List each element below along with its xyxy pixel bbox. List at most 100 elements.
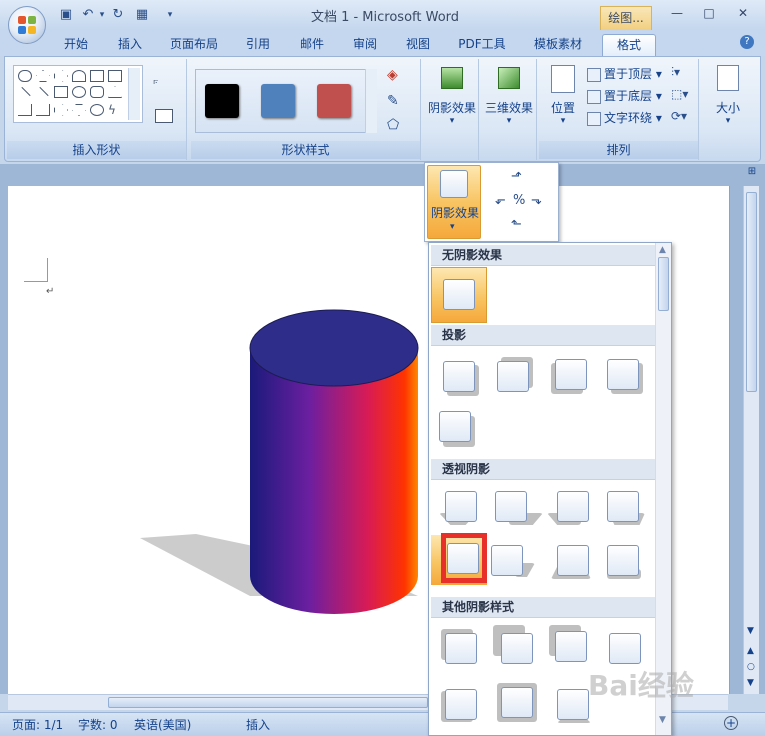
nudge-up-icon[interactable]: ⬏: [511, 169, 522, 184]
tab-review[interactable]: 审阅: [345, 34, 385, 56]
language-indicator[interactable]: 英语(美国): [134, 716, 191, 733]
triangle-shape-icon[interactable]: [108, 86, 122, 98]
perspective-shadow-option-4[interactable]: [607, 491, 645, 525]
nudge-right-icon[interactable]: ⬎: [531, 193, 542, 208]
edit-shape-icon[interactable]: ⟔: [153, 73, 177, 89]
gallery-scroll-up-icon[interactable]: ▲: [659, 245, 666, 255]
rotate-icon[interactable]: ⟳▾: [671, 109, 687, 123]
line-shape-icon[interactable]: [21, 86, 31, 97]
scroll-down-arrow-icon[interactable]: ▼: [747, 626, 754, 636]
block-arrow-shape-icon[interactable]: [54, 104, 68, 116]
shadow-toggle-icon[interactable]: %: [513, 193, 525, 208]
word-count[interactable]: 字数: 0: [78, 716, 118, 733]
text-wrapping-button[interactable]: 文字环绕 ▾: [587, 109, 662, 126]
drop-shadow-option-4[interactable]: [607, 359, 643, 394]
minimize-button[interactable]: —: [666, 4, 688, 22]
other-shadow-option-7[interactable]: [557, 689, 591, 723]
perspective-shadow-option-3[interactable]: [547, 491, 591, 525]
perspective-shadow-option-2[interactable]: [495, 491, 543, 525]
tab-pdf-tools[interactable]: PDF工具: [452, 34, 512, 56]
style-gallery-scroll[interactable]: [365, 69, 377, 133]
tab-view[interactable]: 视图: [398, 34, 438, 56]
nudge-down-icon[interactable]: ⬑: [511, 217, 522, 232]
shape-fill-icon[interactable]: ◈: [387, 67, 398, 83]
perspective-shadow-option-8[interactable]: [607, 545, 641, 579]
redo-icon[interactable]: ↻: [110, 7, 126, 23]
tab-templates[interactable]: 模板素材: [526, 34, 590, 56]
rectangle-shape-icon[interactable]: [54, 86, 68, 98]
next-page-icon[interactable]: ▼: [747, 678, 754, 688]
print-preview-icon[interactable]: ▦: [134, 7, 150, 23]
zoom-in-icon[interactable]: +: [724, 716, 738, 730]
other-shadow-option-1[interactable]: [441, 629, 479, 667]
cylinder-shape[interactable]: [128, 306, 448, 626]
arrow-line-shape-icon[interactable]: [39, 86, 49, 97]
horizontal-scroll-thumb[interactable]: [108, 697, 428, 708]
page-count[interactable]: 页面: 1/1: [12, 716, 63, 733]
undo-dropdown-icon[interactable]: ▾: [94, 7, 110, 23]
up-arrow-shape-icon[interactable]: [36, 70, 50, 82]
shapes-gallery-scroll[interactable]: [128, 68, 140, 120]
tab-insert[interactable]: 插入: [110, 34, 150, 56]
vertical-scroll-thumb[interactable]: [746, 192, 757, 392]
gallery-scrollbar[interactable]: ▲ ▼: [655, 243, 671, 735]
elbow-connector-icon[interactable]: [18, 104, 32, 116]
drop-shadow-option-1[interactable]: [443, 361, 479, 396]
other-shadow-option-3[interactable]: [549, 625, 589, 665]
tab-format[interactable]: 格式: [602, 34, 656, 56]
cloud-shape-icon[interactable]: [90, 104, 104, 116]
send-to-back-button[interactable]: 置于底层 ▾: [587, 87, 662, 104]
textbox-shape-icon[interactable]: [90, 70, 104, 82]
can-shape-icon[interactable]: [18, 70, 32, 82]
other-shadow-option-4[interactable]: [609, 633, 643, 667]
rounded-rect-shape-icon[interactable]: [90, 86, 104, 98]
drop-shadow-option-3[interactable]: [551, 359, 589, 394]
tab-mailings[interactable]: 邮件: [292, 34, 332, 56]
style-swatch-black[interactable]: [205, 84, 239, 118]
draw-textbox-icon[interactable]: [155, 109, 173, 123]
shadow-effects-dropdown-button[interactable]: 阴影效果 ▾: [427, 165, 481, 239]
oval-shape-icon[interactable]: [72, 86, 86, 98]
ruler-toggle-icon[interactable]: ⊞: [744, 166, 760, 182]
other-shadow-option-5[interactable]: [441, 689, 479, 723]
heart-shape-icon[interactable]: [72, 70, 86, 82]
change-shape-icon[interactable]: ⬠: [387, 117, 399, 133]
shadow-effects-button[interactable]: 阴影效果 ▾: [427, 63, 477, 141]
shapes-gallery[interactable]: ϟ: [13, 65, 143, 123]
gallery-scroll-thumb[interactable]: [658, 257, 669, 311]
previous-page-icon[interactable]: ▲: [747, 646, 754, 656]
perspective-shadow-option-7[interactable]: [551, 545, 591, 579]
insert-mode-indicator[interactable]: 插入: [246, 716, 270, 733]
bring-to-front-button[interactable]: 置于顶层 ▾: [587, 65, 662, 82]
elbow-arrow-connector-icon[interactable]: [36, 104, 50, 116]
drop-shadow-option-5[interactable]: [439, 411, 475, 447]
maximize-button[interactable]: □: [698, 4, 720, 22]
freeform-shape-icon[interactable]: ϟ: [108, 104, 122, 116]
perspective-shadow-option-6[interactable]: [491, 545, 535, 579]
tab-home[interactable]: 开始: [56, 34, 96, 56]
office-button[interactable]: [8, 6, 46, 44]
style-swatch-blue[interactable]: [261, 84, 295, 118]
select-browse-object-icon[interactable]: ○: [747, 662, 755, 672]
customize-qat-icon[interactable]: ▾: [162, 7, 178, 23]
3d-effects-button[interactable]: 三维效果 ▾: [483, 63, 535, 141]
save-icon[interactable]: ▣: [58, 7, 74, 23]
down-arrow-shape-icon[interactable]: [72, 104, 86, 116]
help-icon[interactable]: ?: [740, 35, 754, 49]
vertical-textbox-shape-icon[interactable]: [108, 70, 122, 82]
drop-shadow-option-2[interactable]: [497, 357, 533, 395]
right-arrow-shape-icon[interactable]: [54, 70, 68, 82]
style-swatch-red[interactable]: [317, 84, 351, 118]
size-button[interactable]: 大小 ▾: [705, 63, 751, 141]
group-icon[interactable]: ⬚▾: [671, 87, 688, 101]
gallery-scroll-down-icon[interactable]: ▼: [659, 715, 666, 725]
perspective-shadow-option-1[interactable]: [439, 491, 479, 525]
close-button[interactable]: ✕: [732, 4, 754, 22]
other-shadow-option-2[interactable]: [493, 625, 535, 667]
other-shadow-option-6[interactable]: [497, 683, 537, 722]
position-button[interactable]: 位置 ▾: [543, 63, 583, 141]
nudge-left-icon[interactable]: ⬐: [495, 193, 506, 208]
no-shadow-option[interactable]: [431, 267, 487, 323]
vertical-scrollbar[interactable]: ⊞ ▼ ▲ ○ ▼: [743, 166, 759, 694]
tab-page-layout[interactable]: 页面布局: [164, 34, 224, 56]
